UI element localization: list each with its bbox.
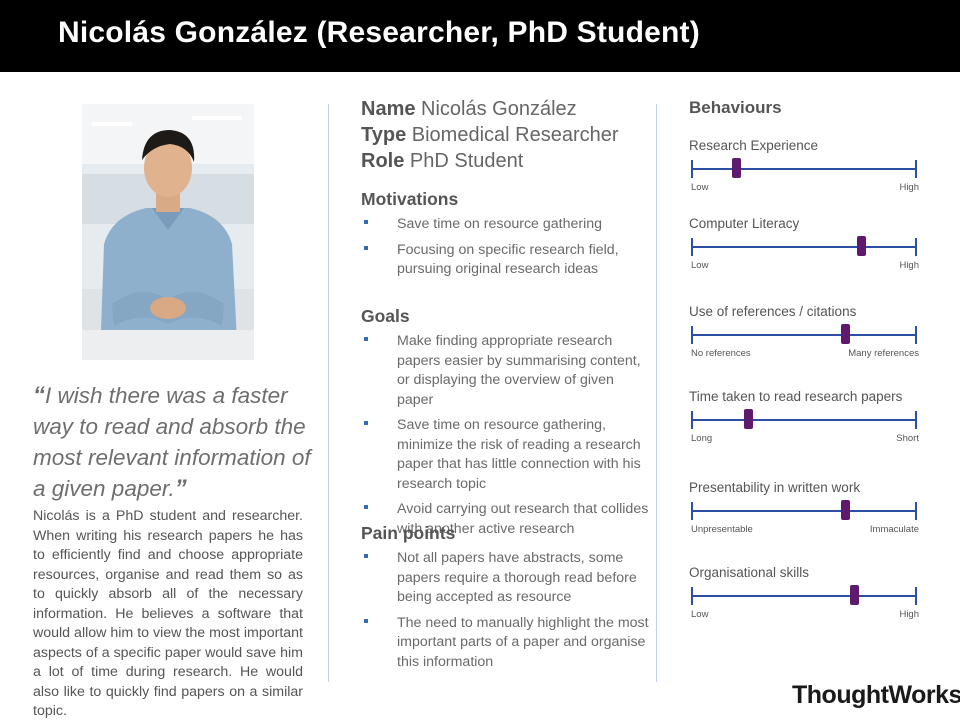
slider-low-label: Long: [691, 433, 713, 444]
profile-block: Name Nicolás González Type Biomedical Re…: [361, 96, 651, 174]
pain-points-heading: Pain points: [361, 523, 456, 543]
list-item: Save time on resource gathering, minimiz…: [361, 416, 651, 494]
behaviour-slider-presentability: Presentability in written work Unpresent…: [689, 480, 919, 535]
bullet-icon: [364, 554, 368, 558]
behaviour-slider-references: Use of references / citations No referen…: [689, 304, 919, 359]
slider-knob: [840, 500, 850, 520]
slider-tick-high: [915, 502, 917, 520]
bullet-icon: [364, 618, 368, 623]
column-divider-left: [328, 104, 329, 682]
persona-photo: [82, 104, 254, 360]
column-divider-right: [656, 104, 657, 682]
role-value: PhD Student: [409, 150, 524, 172]
slider-tick-low: [691, 587, 693, 605]
slider-label: Presentability in written work: [689, 480, 861, 495]
slider-label: Time taken to read research papers: [689, 389, 903, 404]
role-label: Role: [361, 150, 405, 172]
bullet-icon: [364, 337, 368, 341]
type-label: Type: [361, 124, 407, 146]
slider-tick-low: [691, 502, 693, 520]
page-title: Nicolás González (Researcher, PhD Studen…: [58, 16, 700, 49]
profile-name-row: Name Nicolás González: [361, 96, 651, 122]
slider-tick-high: [915, 160, 917, 178]
slider-knob: [856, 236, 866, 256]
profile-role-row: Role PhD Student: [361, 148, 651, 174]
list-item: Make finding appropriate research papers…: [361, 332, 651, 410]
bullet-icon: [364, 245, 368, 250]
slider-tick-high: [915, 411, 917, 429]
slider-high-label: High: [899, 609, 919, 620]
name-label: Name: [361, 98, 416, 120]
behaviour-slider-reading-time: Time taken to read research papers Long S…: [689, 389, 919, 444]
bullet-icon: [364, 421, 368, 425]
persona-quote: “I wish there was a faster way to read a…: [33, 380, 313, 504]
quote-open-mark: “: [33, 382, 45, 409]
slider-track: [691, 510, 917, 512]
slider-tick-high: [915, 238, 917, 256]
slider-tick-high: [915, 326, 917, 344]
slider-low-label: Low: [691, 182, 709, 193]
slider-label: Organisational skills: [689, 565, 810, 580]
slider-tick-low: [691, 411, 693, 429]
quote-close-mark: ”: [174, 475, 187, 502]
slider-track: [691, 334, 917, 336]
behaviour-slider-organisation: Organisational skills Low High: [689, 565, 919, 620]
slider-high-label: Many references: [848, 348, 919, 359]
slider-low-label: Unpresentable: [691, 524, 753, 535]
quote-text: I wish there was a faster way to read an…: [33, 383, 311, 501]
bullet-icon: [364, 220, 368, 224]
bullet-icon: [364, 505, 368, 509]
slider-high-label: Short: [896, 433, 919, 444]
list-item: Not all papers have abstracts, some pape…: [361, 549, 651, 608]
behaviour-slider-computer-literacy: Computer Literacy Low High: [689, 216, 919, 271]
slider-knob: [849, 585, 859, 605]
slider-knob: [840, 324, 850, 344]
slider-track: [691, 419, 917, 421]
name-value: Nicolás González: [421, 98, 577, 120]
persona-bio: Nicolás is a PhD student and researcher.…: [33, 508, 303, 719]
profile-type-row: Type Biomedical Researcher: [361, 122, 651, 148]
slider-low-label: Low: [691, 609, 709, 620]
behaviours-heading: Behaviours: [689, 98, 782, 117]
behaviour-slider-research-experience: Research Experience Low High: [689, 138, 919, 193]
slider-knob: [732, 158, 742, 178]
list-item: Focusing on specific research field, pur…: [361, 241, 651, 280]
slider-knob: [743, 409, 753, 429]
slider-low-label: Low: [691, 260, 709, 271]
slider-high-label: High: [899, 182, 919, 193]
slider-tick-low: [691, 238, 693, 256]
slider-tick-low: [691, 326, 693, 344]
slider-label: Use of references / citations: [689, 304, 857, 319]
motivations-heading: Motivations: [361, 189, 459, 209]
slider-tick-low: [691, 160, 693, 178]
type-value: Biomedical Researcher: [411, 124, 619, 146]
slider-track: [691, 595, 917, 597]
pain-points-list: Not all papers have abstracts, some pape…: [361, 549, 651, 678]
slider-label: Computer Literacy: [689, 216, 800, 231]
slider-low-label: No references: [691, 348, 751, 359]
slider-label: Research Experience: [689, 138, 819, 153]
title-bar: Nicolás González (Researcher, PhD Studen…: [0, 0, 960, 72]
goals-list: Make finding appropriate research papers…: [361, 332, 651, 545]
list-item: Save time on resource gathering: [361, 215, 651, 235]
motivations-list: Save time on resource gathering Focusing…: [361, 215, 651, 286]
list-item: The need to manually highlight the most …: [361, 614, 651, 673]
slider-high-label: Immaculate: [869, 524, 919, 535]
slider-track: [691, 246, 917, 248]
slider-high-label: High: [899, 260, 919, 271]
goals-heading: Goals: [361, 306, 410, 326]
slider-track: [691, 168, 917, 170]
slider-tick-high: [915, 587, 917, 605]
thoughtworks-logo: ThoughtWorks®: [792, 681, 960, 709]
